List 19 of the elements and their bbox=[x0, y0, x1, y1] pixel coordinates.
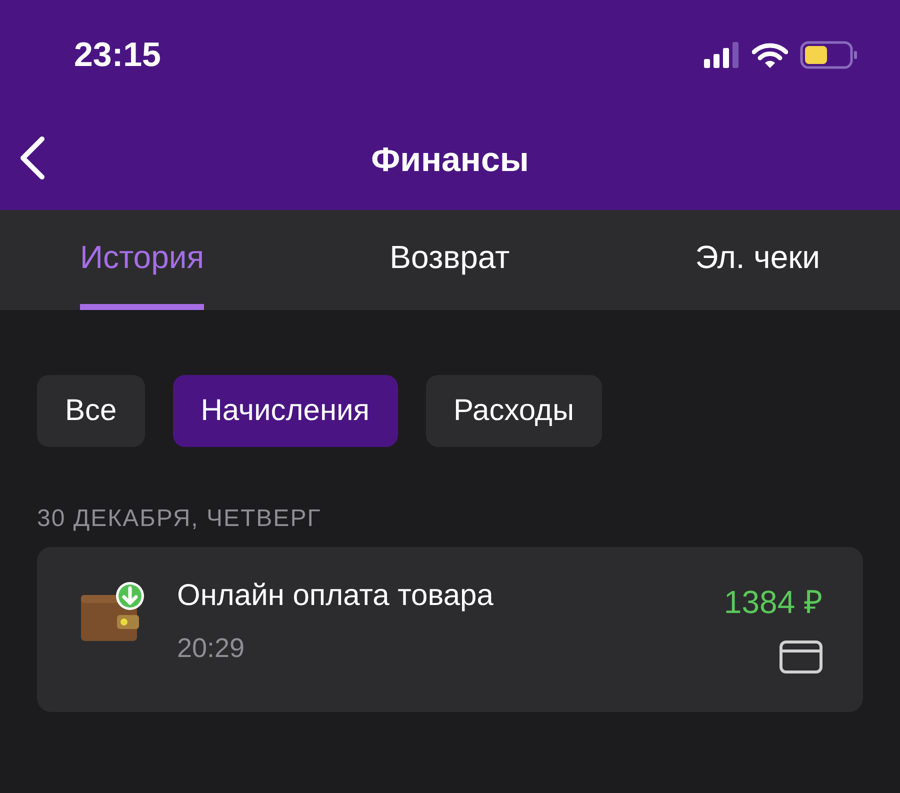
transaction-amount: 1384 ₽ bbox=[724, 583, 823, 622]
status-time: 23:15 bbox=[74, 36, 161, 74]
tab[interactable]: Возврат bbox=[390, 210, 510, 310]
back-icon bbox=[18, 136, 46, 180]
filter-chip[interactable]: Все bbox=[37, 375, 145, 447]
tab[interactable]: История bbox=[80, 210, 204, 310]
filter-chip[interactable]: Расходы bbox=[426, 375, 602, 447]
signal-icon bbox=[704, 42, 740, 68]
back-button[interactable] bbox=[18, 136, 46, 180]
wifi-icon bbox=[752, 42, 788, 68]
tab[interactable]: Эл. чеки bbox=[695, 210, 820, 310]
transaction-time: 20:29 bbox=[177, 633, 246, 664]
screen-title: Финансы bbox=[371, 140, 529, 180]
transaction-card[interactable]: Онлайн оплата товара 20:29 1384 ₽ bbox=[37, 547, 863, 712]
card-icon bbox=[779, 640, 823, 674]
transaction-title: Онлайн оплата товара bbox=[177, 579, 494, 613]
battery-icon bbox=[800, 41, 858, 69]
filter-chip[interactable]: Начисления bbox=[172, 375, 398, 447]
date-heading: 30 ДЕКАБРЯ, ЧЕТВЕРГ bbox=[37, 505, 322, 533]
